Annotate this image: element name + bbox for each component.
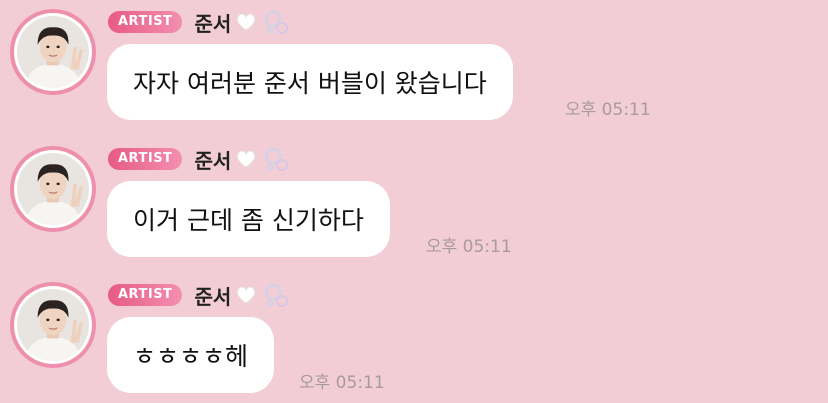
- sender-name[interactable]: 준서: [194, 8, 231, 37]
- avatar-image: [17, 16, 89, 88]
- message-time: 오후 05:11: [426, 237, 512, 257]
- avatar-image: [17, 289, 89, 361]
- avatar-photo: [14, 13, 92, 91]
- message-text: 이거 근데 좀 신기하다: [133, 206, 364, 235]
- message-bubble[interactable]: 이거 근데 좀 신기하다: [107, 181, 390, 257]
- sender-row: ARTIST 준서: [108, 145, 291, 174]
- bubble-icon: [265, 284, 289, 307]
- message-bubble[interactable]: 자자 여러분 준서 버블이 왔습니다: [107, 44, 513, 120]
- message-bubble[interactable]: ㅎㅎㅎㅎ헤: [107, 317, 275, 393]
- sender-name[interactable]: 준서: [194, 145, 231, 174]
- sender-row: ARTIST 준서: [108, 281, 291, 310]
- message-text: 자자 여러분 준서 버블이 왔습니다: [133, 69, 487, 98]
- artist-badge: ARTIST: [108, 11, 183, 33]
- avatar[interactable]: [10, 282, 96, 368]
- artist-badge: ARTIST: [108, 148, 183, 170]
- avatar[interactable]: [10, 146, 96, 232]
- artist-badge: ARTIST: [108, 284, 183, 306]
- avatar-photo: [14, 150, 92, 228]
- chat-message: ARTIST 준서 자자 여러분 준서 버블이 왔습니다 오후 05:11: [0, 0, 828, 130]
- sender-name[interactable]: 준서: [194, 281, 231, 310]
- message-time: 오후 05:11: [299, 373, 385, 393]
- message-text: ㅎㅎㅎㅎ헤: [133, 342, 249, 371]
- avatar-photo: [14, 286, 92, 364]
- white-heart-icon: [237, 286, 256, 304]
- bubble-icon: [265, 11, 289, 34]
- white-heart-icon: [237, 13, 256, 31]
- white-heart-icon: [237, 150, 256, 168]
- bubble-icon: [265, 148, 289, 171]
- sender-row: ARTIST 준서: [108, 8, 291, 37]
- message-time: 오후 05:11: [565, 100, 651, 120]
- chat-message: ARTIST 준서 ㅎㅎㅎㅎ헤 오후 05:11: [0, 273, 828, 403]
- avatar-image: [17, 153, 89, 225]
- avatar[interactable]: [10, 9, 96, 95]
- chat-message: ARTIST 준서 이거 근데 좀 신기하다 오후 05:11: [0, 137, 828, 267]
